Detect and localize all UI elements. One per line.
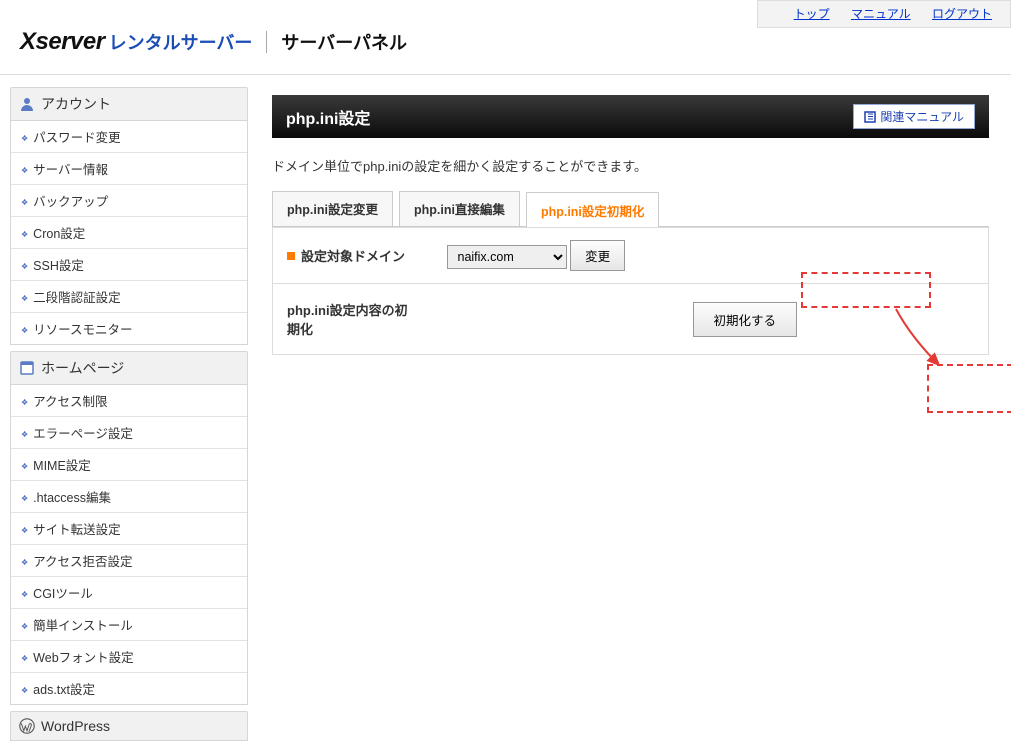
related-manual-button[interactable]: 関連マニュアル <box>853 104 975 129</box>
sidebar-section-homepage: ホームページ <box>10 351 248 385</box>
sidebar-item: 簡単インストール <box>11 608 247 640</box>
settings-table: 設定対象ドメイン naifix.com 変更 php.ini設定内容の初期化 初… <box>272 227 989 355</box>
reset-label: php.ini設定内容の初期化 <box>273 284 433 355</box>
sidebar-item: Cron設定 <box>11 216 247 248</box>
domain-row: 設定対象ドメイン naifix.com 変更 <box>273 228 989 284</box>
sidebar-list-homepage: アクセス制限 エラーページ設定 MIME設定 .htaccess編集 サイト転送… <box>10 385 248 705</box>
wordpress-icon <box>19 718 35 734</box>
sidebar-item: リソースモニター <box>11 312 247 344</box>
bullet-icon <box>287 252 295 260</box>
domain-select[interactable]: naifix.com <box>447 245 567 269</box>
tab-phpini-direct[interactable]: php.ini直接編集 <box>399 191 520 226</box>
sidebar-item: SSH設定 <box>11 248 247 280</box>
sidebar-link-serverinfo[interactable]: サーバー情報 <box>11 153 247 184</box>
sidebar-link-errorpage[interactable]: エラーページ設定 <box>11 417 247 448</box>
sidebar-item: 二段階認証設定 <box>11 280 247 312</box>
tab-phpini-reset[interactable]: php.ini設定初期化 <box>526 192 659 227</box>
link-manual[interactable]: マニュアル <box>851 7 911 21</box>
sidebar-item: アクセス制限 <box>11 385 247 416</box>
sidebar-item: アクセス拒否設定 <box>11 544 247 576</box>
sidebar-section-wordpress: WordPress <box>10 711 248 741</box>
sidebar-section-account: アカウント <box>10 87 248 121</box>
related-manual-label: 関連マニュアル <box>880 108 964 125</box>
change-button[interactable]: 変更 <box>570 240 625 271</box>
sidebar-item: Webフォント設定 <box>11 640 247 672</box>
top-links: トップ マニュアル ログアウト <box>757 0 1011 28</box>
sidebar-item: .htaccess編集 <box>11 480 247 512</box>
sidebar-link-resource[interactable]: リソースモニター <box>11 313 247 344</box>
annotation-highlight-button <box>927 364 1011 413</box>
sidebar-link-access[interactable]: アクセス制限 <box>11 385 247 416</box>
sidebar-section-label: ホームページ <box>41 358 124 378</box>
sidebar-item: サイト転送設定 <box>11 512 247 544</box>
sidebar-item: ads.txt設定 <box>11 672 247 704</box>
domain-label: 設定対象ドメイン <box>301 249 405 264</box>
sidebar-link-adstxt[interactable]: ads.txt設定 <box>11 673 247 704</box>
sidebar-link-cgi[interactable]: CGIツール <box>11 577 247 608</box>
sidebar-link-mime[interactable]: MIME設定 <box>11 449 247 480</box>
sidebar-item: エラーページ設定 <box>11 416 247 448</box>
sidebar-list-account: パスワード変更 サーバー情報 バックアップ Cron設定 SSH設定 二段階認証… <box>10 121 248 345</box>
logo-xserver: Xserver <box>20 28 105 56</box>
sidebar-section-label: WordPress <box>41 718 110 734</box>
sidebar-item: バックアップ <box>11 184 247 216</box>
reset-button[interactable]: 初期化する <box>693 302 798 337</box>
page-description: ドメイン単位でphp.iniの設定を細かく設定することができます。 <box>272 156 989 175</box>
main-content: php.ini設定 関連マニュアル ドメイン単位でphp.iniの設定を細かく設… <box>248 75 1011 741</box>
page-title-bar: php.ini設定 関連マニュアル <box>272 95 989 138</box>
sidebar-item: CGIツール <box>11 576 247 608</box>
tab-phpini-change[interactable]: php.ini設定変更 <box>272 191 393 226</box>
sidebar-section-label: アカウント <box>41 94 111 114</box>
user-icon <box>19 96 35 112</box>
domain-label-cell: 設定対象ドメイン <box>273 228 433 284</box>
reset-row: php.ini設定内容の初期化 初期化する <box>273 284 989 355</box>
tabs: php.ini設定変更 php.ini直接編集 php.ini設定初期化 <box>272 191 989 227</box>
logo-rental: レンタルサーバー <box>109 29 253 55</box>
reset-button-cell: 初期化する <box>433 284 989 355</box>
sidebar-item: MIME設定 <box>11 448 247 480</box>
sidebar-link-webfont[interactable]: Webフォント設定 <box>11 641 247 672</box>
sidebar-link-cron[interactable]: Cron設定 <box>11 217 247 248</box>
page-title: php.ini設定 <box>286 105 370 129</box>
sidebar-link-install[interactable]: 簡単インストール <box>11 609 247 640</box>
sidebar-link-deny[interactable]: アクセス拒否設定 <box>11 545 247 576</box>
panel-title: サーバーパネル <box>281 29 407 55</box>
divider <box>266 31 267 53</box>
sidebar-link-backup[interactable]: バックアップ <box>11 185 247 216</box>
sidebar-item: サーバー情報 <box>11 152 247 184</box>
link-logout[interactable]: ログアウト <box>932 7 992 21</box>
link-top[interactable]: トップ <box>794 7 830 21</box>
sidebar-item: パスワード変更 <box>11 121 247 152</box>
sidebar-link-redirect[interactable]: サイト転送設定 <box>11 513 247 544</box>
sidebar-link-ssh[interactable]: SSH設定 <box>11 249 247 280</box>
sidebar-link-htaccess[interactable]: .htaccess編集 <box>11 481 247 512</box>
page-icon <box>19 360 35 376</box>
sidebar-link-2fa[interactable]: 二段階認証設定 <box>11 281 247 312</box>
book-icon <box>864 111 876 123</box>
sidebar-link-password[interactable]: パスワード変更 <box>11 121 247 152</box>
domain-control-cell: naifix.com 変更 <box>433 228 989 284</box>
sidebar: アカウント パスワード変更 サーバー情報 バックアップ Cron設定 SSH設定… <box>0 75 248 741</box>
